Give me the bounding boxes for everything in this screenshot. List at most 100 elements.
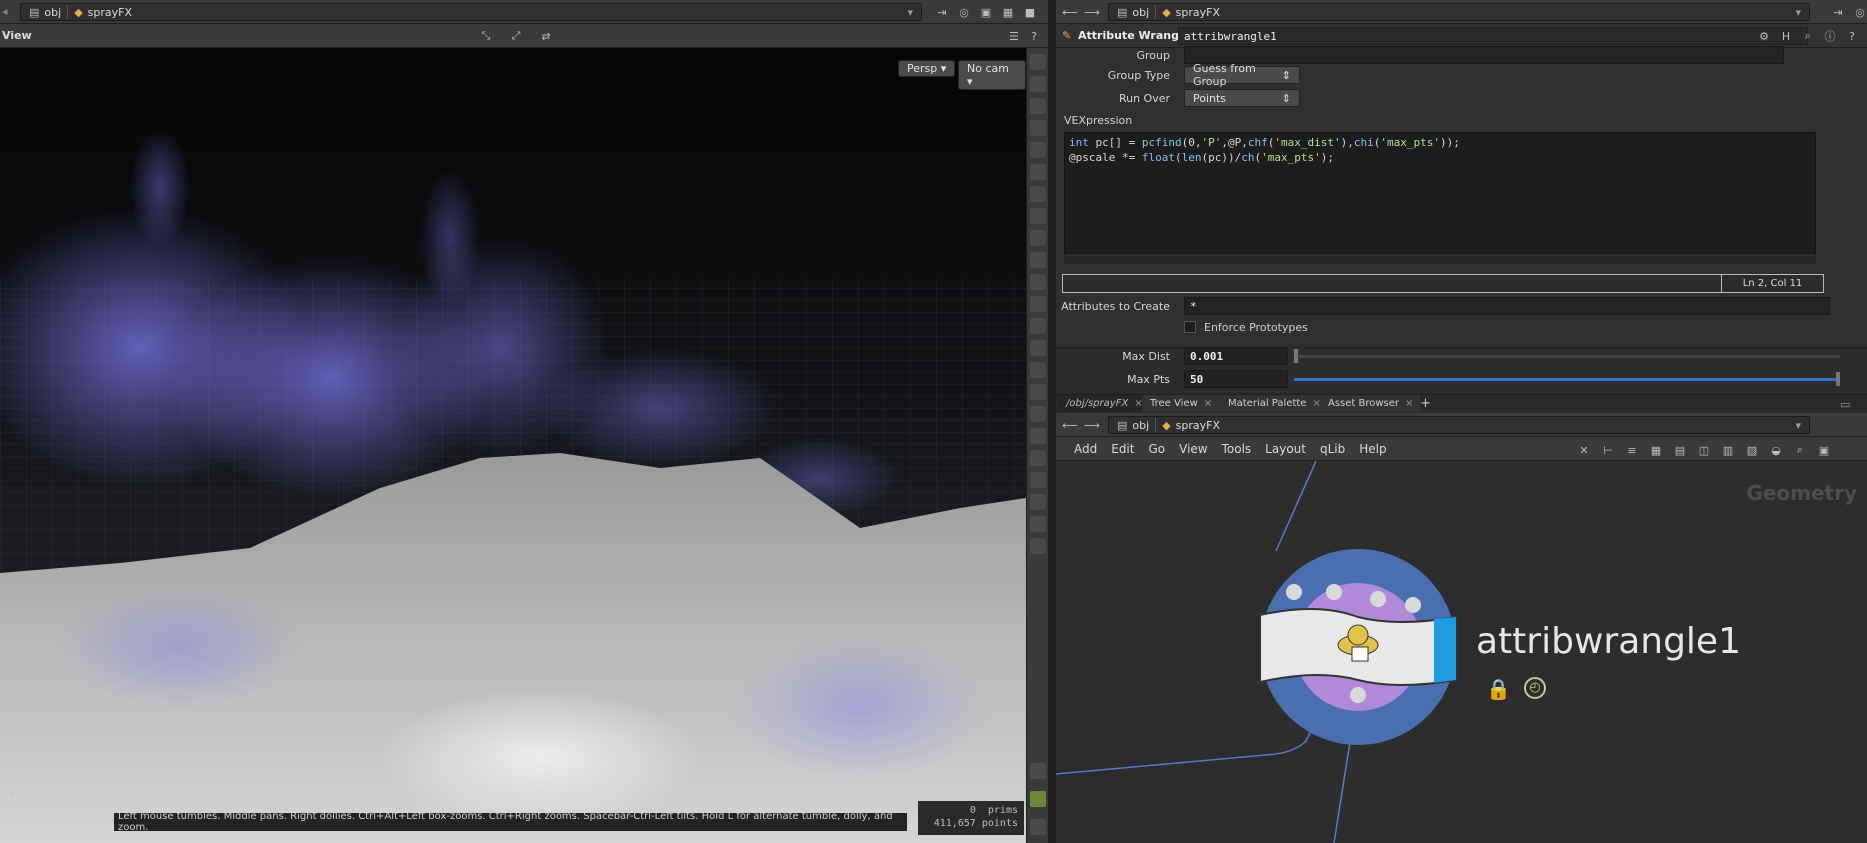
node-attribwrangle1[interactable] bbox=[1258, 547, 1458, 747]
menu-tools[interactable]: Tools bbox=[1222, 442, 1252, 456]
render-icon[interactable] bbox=[1029, 76, 1046, 92]
network-editor[interactable]: Geometry attribwrangle1 🔒 ◴ bbox=[1056, 461, 1867, 843]
group-type-menu[interactable]: Guess from Group ⇕ bbox=[1184, 62, 1300, 88]
node-name-field[interactable]: attribwrangle1 bbox=[1178, 27, 1808, 45]
menu-edit[interactable]: Edit bbox=[1111, 442, 1134, 456]
display-icon[interactable] bbox=[1029, 54, 1046, 70]
zoom-icon[interactable]: ⌕ bbox=[1792, 442, 1808, 458]
display-options-icon[interactable]: ☰ bbox=[1006, 28, 1022, 44]
light-icon[interactable] bbox=[1029, 164, 1046, 180]
enforce-prototypes-checkbox[interactable] bbox=[1184, 321, 1196, 333]
close-icon[interactable]: × bbox=[1405, 398, 1413, 409]
link-icon[interactable]: ◎ bbox=[1852, 4, 1867, 20]
select-swap-icon[interactable]: ⇄ bbox=[538, 28, 554, 44]
help-icon[interactable]: ? bbox=[1026, 28, 1042, 44]
bucket-icon[interactable]: ◒ bbox=[1768, 442, 1784, 458]
perspective-menu[interactable]: Persp ▾ bbox=[898, 60, 956, 77]
viewer-breadcrumb[interactable]: ▤ obj ◆ sprayFX ▾ bbox=[20, 3, 922, 21]
pin-icon[interactable]: ⇥ bbox=[934, 4, 950, 20]
vex-resize-handle[interactable] bbox=[1064, 256, 1816, 264]
image-icon[interactable]: ▧ bbox=[1744, 442, 1760, 458]
magnet-icon[interactable] bbox=[1029, 142, 1046, 158]
select-tool-icon[interactable]: ⤡ bbox=[478, 28, 494, 44]
breadcrumb-obj[interactable]: ▤ obj bbox=[1117, 419, 1149, 432]
pane-menu-icon[interactable]: ▭ bbox=[1840, 398, 1850, 411]
point-icon[interactable] bbox=[1029, 296, 1046, 312]
cube-icon[interactable]: ▣ bbox=[978, 4, 994, 20]
forward-icon[interactable]: ⟶ bbox=[1084, 417, 1100, 433]
breadcrumb-node[interactable]: ◆ sprayFX bbox=[1162, 6, 1220, 19]
pointer-icon[interactable] bbox=[1029, 538, 1046, 554]
node-name-label[interactable]: attribwrangle1 bbox=[1476, 621, 1741, 662]
breadcrumb-node[interactable]: ◆ sprayFX bbox=[74, 6, 132, 19]
list-icon[interactable]: ≡ bbox=[1624, 442, 1640, 458]
grid-view-icon[interactable]: ▦ bbox=[1648, 442, 1664, 458]
search-icon[interactable]: ⌕ bbox=[1800, 28, 1816, 44]
maximize-icon[interactable]: ■ bbox=[1022, 4, 1038, 20]
chevron-down-icon[interactable]: ▾ bbox=[1795, 419, 1801, 432]
edge-icon[interactable] bbox=[1029, 318, 1046, 334]
camera-menu[interactable]: No cam ▾ bbox=[958, 60, 1026, 90]
edit-icon[interactable]: H bbox=[1778, 28, 1794, 44]
pane-divider[interactable] bbox=[1048, 0, 1056, 843]
hand-icon[interactable] bbox=[1029, 384, 1046, 400]
pin-handle-icon[interactable] bbox=[1029, 186, 1046, 202]
breadcrumb-node[interactable]: ◆ sprayFX bbox=[1162, 419, 1220, 432]
3d-viewport[interactable]: Persp ▾ No cam ▾ ⌞ bbox=[0, 48, 1026, 843]
menu-help[interactable]: Help bbox=[1359, 442, 1386, 456]
vexpression-editor[interactable]: int pc[] = pcfind(0,'P',@P,chf('max_dist… bbox=[1064, 132, 1816, 254]
layout-icon[interactable]: ▦ bbox=[1000, 4, 1016, 20]
link-icon[interactable]: ◎ bbox=[956, 4, 972, 20]
select-edge-icon[interactable]: ⤢ bbox=[508, 28, 524, 44]
chevron-down-icon[interactable]: ▾ bbox=[1795, 6, 1801, 19]
table-view-icon[interactable]: ▤ bbox=[1672, 442, 1688, 458]
back-icon[interactable]: ⟵ bbox=[1062, 4, 1078, 20]
snapshot-icon[interactable]: ▣ bbox=[1816, 442, 1832, 458]
back-icon[interactable]: ⟵ bbox=[1062, 417, 1078, 433]
attributes-field[interactable]: * bbox=[1184, 297, 1830, 315]
scale-icon[interactable] bbox=[1029, 428, 1046, 444]
slider-handle[interactable] bbox=[1294, 348, 1298, 363]
knife-icon[interactable] bbox=[1029, 450, 1046, 466]
camera-icon[interactable] bbox=[1029, 230, 1046, 246]
box-icon[interactable] bbox=[1029, 472, 1046, 488]
measure-icon[interactable] bbox=[1029, 362, 1046, 378]
photo-icon[interactable] bbox=[1029, 516, 1046, 532]
help-icon[interactable]: ? bbox=[1844, 28, 1860, 44]
back-arrow-icon[interactable]: ◂ bbox=[2, 5, 8, 18]
tools-icon[interactable]: ✕ bbox=[1576, 442, 1592, 458]
pin-icon[interactable]: ⇥ bbox=[1830, 4, 1846, 20]
tab-tree-view[interactable]: Tree View × bbox=[1142, 395, 1222, 412]
info-icon[interactable] bbox=[1030, 763, 1046, 779]
gear-icon[interactable]: ⚙ bbox=[1756, 28, 1772, 44]
tab-asset-browser[interactable]: Asset Browser × bbox=[1320, 395, 1423, 412]
max-pts-field[interactable]: 50 bbox=[1184, 370, 1288, 388]
menu-layout[interactable]: Layout bbox=[1265, 442, 1306, 456]
ruler-icon[interactable] bbox=[1029, 406, 1046, 422]
run-over-menu[interactable]: Points ⇕ bbox=[1184, 89, 1300, 107]
brush-icon[interactable] bbox=[1029, 340, 1046, 356]
layout-icon[interactable]: ◫ bbox=[1696, 442, 1712, 458]
breadcrumb-obj[interactable]: ▤ obj bbox=[29, 6, 61, 19]
lock-icon[interactable] bbox=[1029, 98, 1046, 114]
max-dist-slider[interactable] bbox=[1294, 348, 1840, 363]
close-icon[interactable]: × bbox=[1204, 398, 1212, 409]
max-dist-field[interactable]: 0.001 bbox=[1184, 347, 1288, 365]
slider-handle[interactable] bbox=[1836, 371, 1840, 386]
snap-icon[interactable] bbox=[1029, 120, 1046, 136]
menu-qlib[interactable]: qLib bbox=[1320, 442, 1345, 456]
tab-material-palette[interactable]: Material Palette × bbox=[1220, 395, 1330, 412]
lock-icon[interactable]: 🔒 bbox=[1486, 677, 1511, 701]
info-icon[interactable]: ⓘ bbox=[1822, 28, 1838, 44]
visibility-icon[interactable] bbox=[1029, 208, 1046, 224]
forward-icon[interactable]: ⟶ bbox=[1084, 4, 1100, 20]
breadcrumb-obj[interactable]: ▤ obj bbox=[1117, 6, 1149, 19]
menu-view[interactable]: View bbox=[1179, 442, 1207, 456]
chevron-down-icon[interactable]: ▾ bbox=[907, 6, 913, 19]
menu-go[interactable]: Go bbox=[1148, 442, 1165, 456]
params-breadcrumb[interactable]: ▤ obj ◆ sprayFX ▾ bbox=[1108, 3, 1810, 21]
network-breadcrumb[interactable]: ▤ obj ◆ sprayFX ▾ bbox=[1108, 416, 1810, 434]
menu-add[interactable]: Add bbox=[1074, 442, 1097, 456]
shade-icon[interactable] bbox=[1029, 274, 1046, 290]
wire-icon[interactable] bbox=[1029, 252, 1046, 268]
